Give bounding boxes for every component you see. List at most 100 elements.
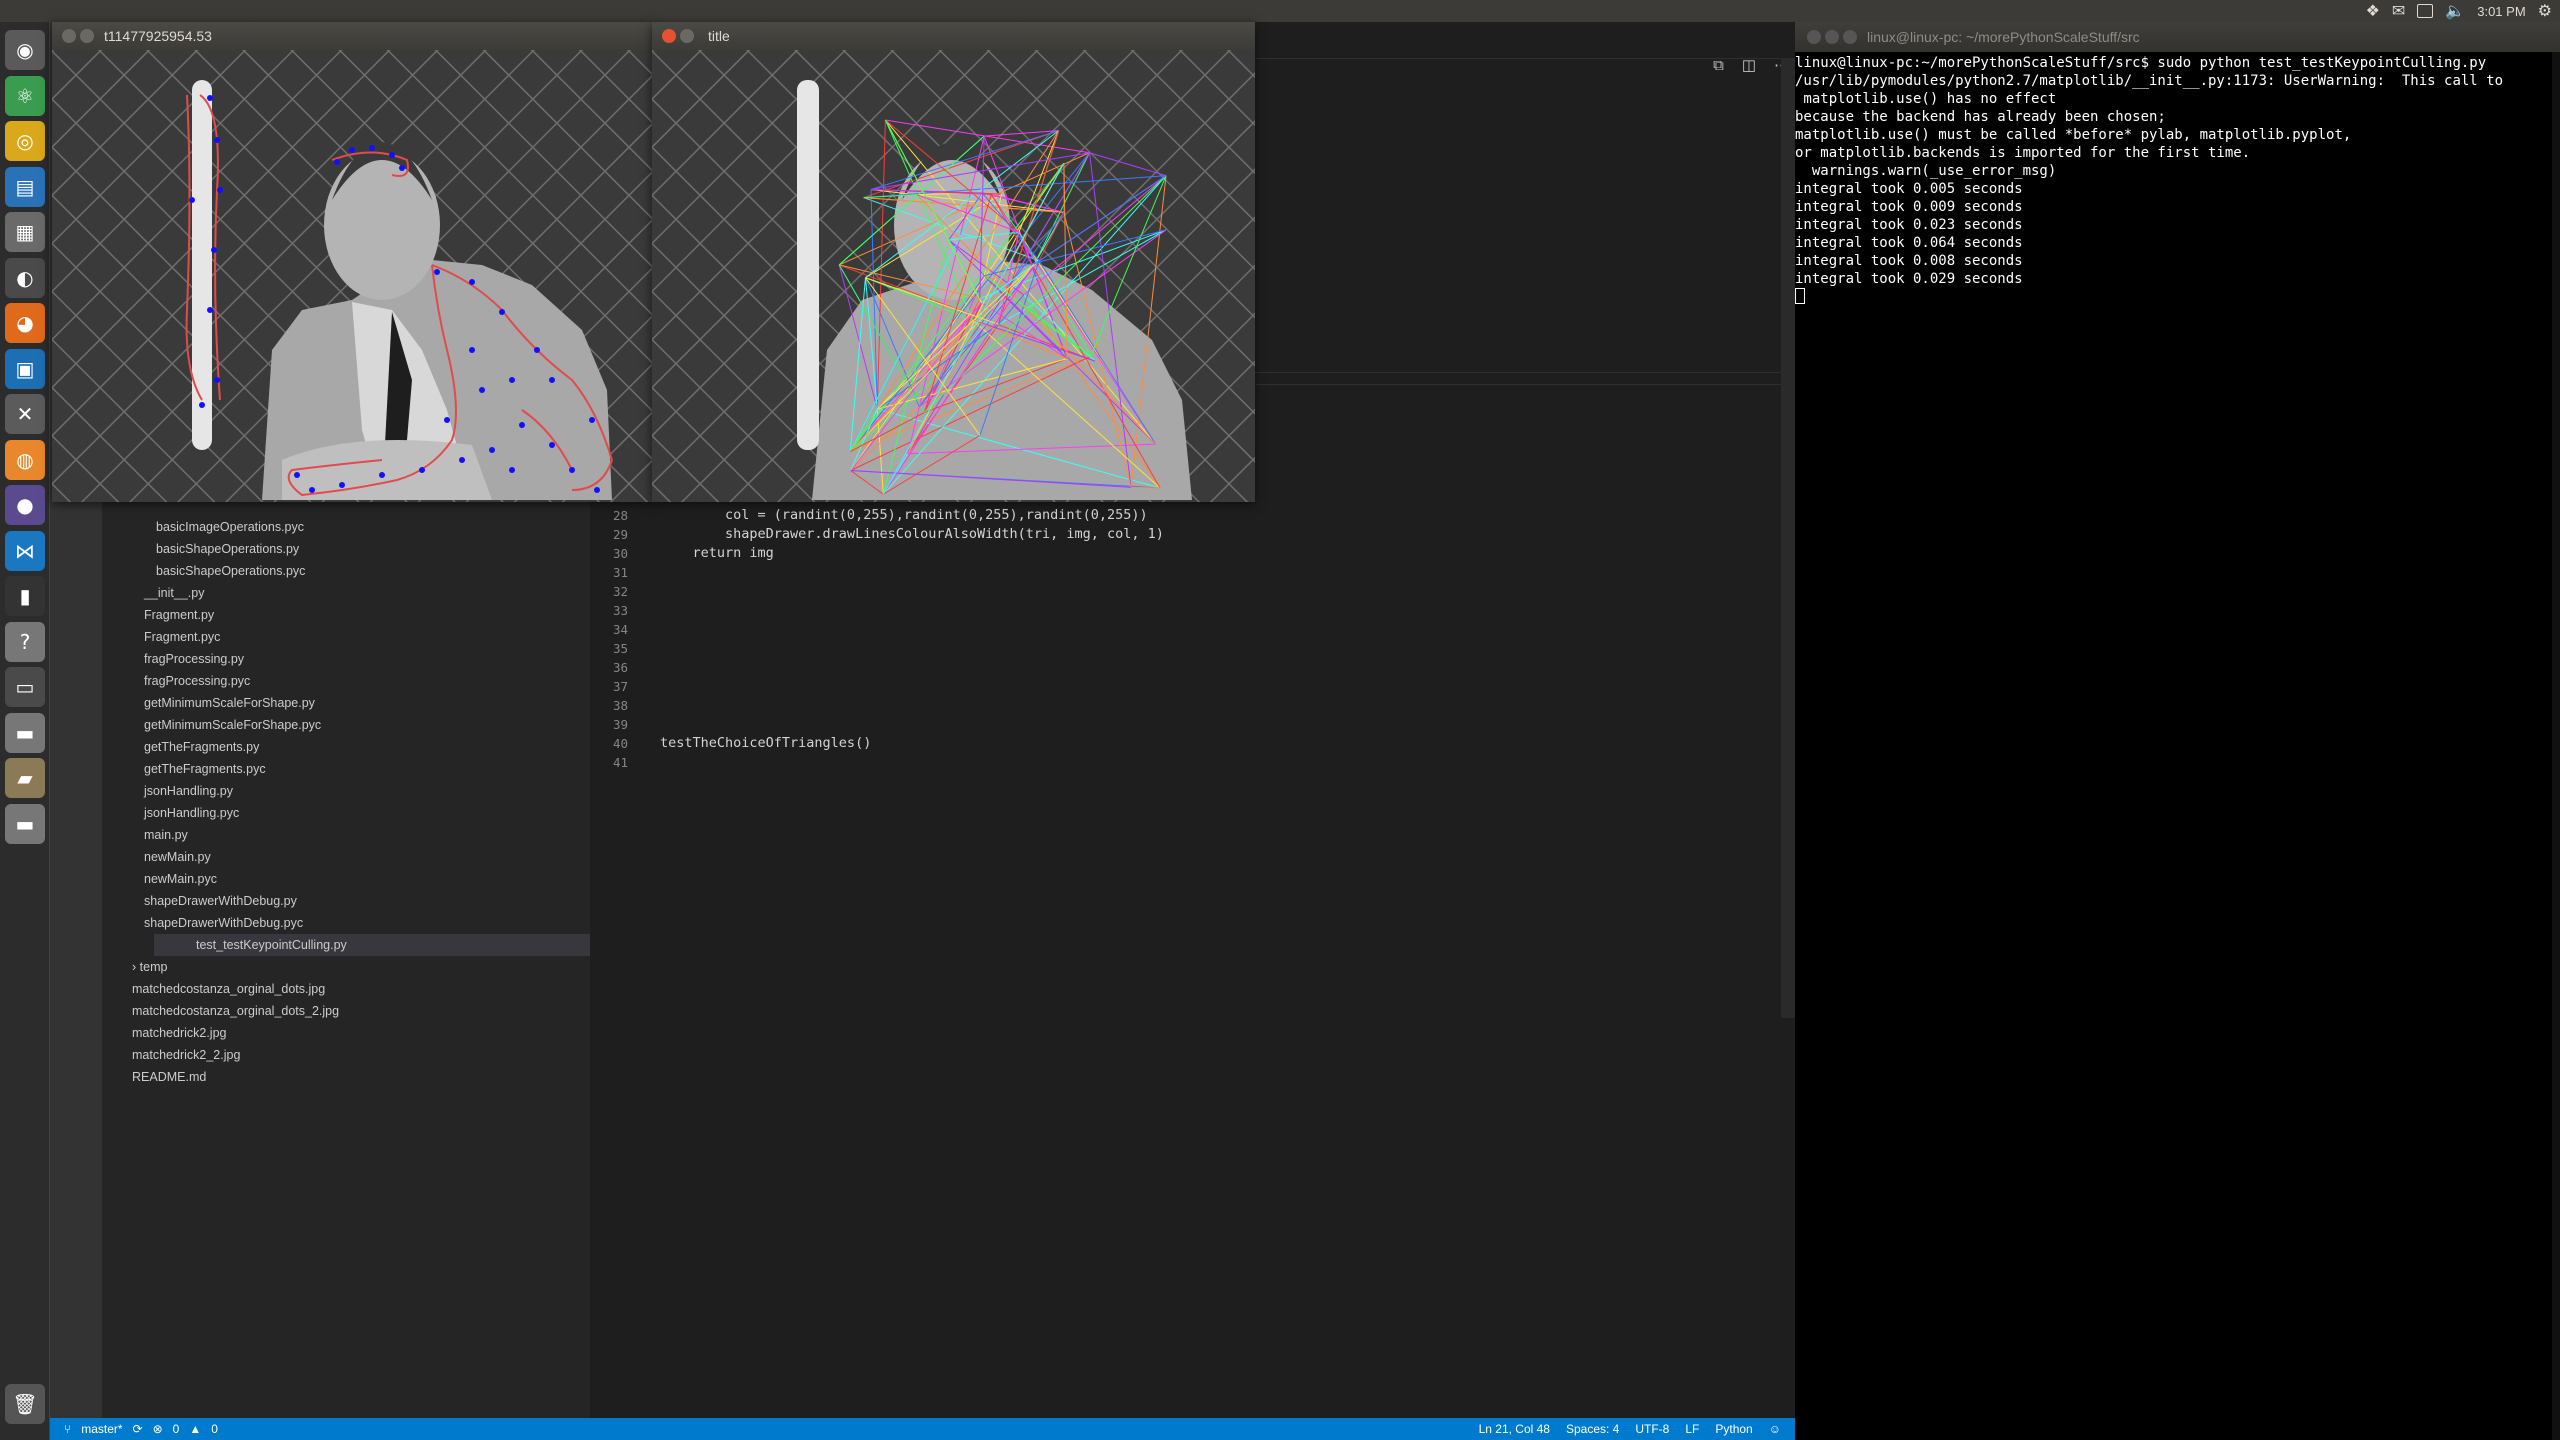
line-number: 41 [612,755,628,770]
terminal-scrollbar[interactable] [2552,52,2560,1440]
code-line[interactable]: return img [660,545,774,561]
line-number: 32 [612,584,628,599]
encoding[interactable]: UTF-8 [1635,1422,1669,1436]
maximize-button[interactable] [1843,30,1857,44]
launcher: ◉ ⚛ ◎ ▤ ▦ ◐ ◕ ▣ ✕ ◍ ● ⋈ ▮? ▭ ▬ ▰ ▬ 🗑 [0,22,50,1440]
window-titlebar[interactable]: t11477925954.53 [52,22,652,50]
close-button[interactable] [62,29,76,43]
window-title: t11477925954.53 [104,28,212,44]
end-of-line[interactable]: LF [1685,1422,1699,1436]
close-button[interactable] [662,29,676,43]
tree-file[interactable]: shapeDrawerWithDebug.py [144,890,297,912]
tree-file[interactable]: basicShapeOperations.pyc [156,560,305,582]
minimize-button[interactable] [680,29,694,43]
window-titlebar[interactable]: title [652,22,1255,50]
dash-icon[interactable]: ◉ [5,30,45,70]
tree-file[interactable]: matchedcostanza_orginal_dots_2.jpg [132,1000,339,1022]
code-line[interactable]: shapeDrawer.drawLinesColourAlsoWidth(tri… [660,526,1164,542]
tree-file[interactable]: basicShapeOperations.py [156,538,299,560]
tree-file[interactable]: matchedrick2_2.jpg [132,1044,240,1066]
tree-file[interactable]: main.py [144,824,188,846]
error-icon[interactable]: ⊗ [153,1422,163,1436]
minimize-button[interactable] [1825,30,1839,44]
keyboard-icon[interactable] [2417,4,2434,18]
window-titlebar[interactable]: linux@linux-pc: ~/morePythonScaleStuff/s… [1795,22,2560,52]
error-count[interactable]: 0 [173,1422,180,1436]
terminal-line: warnings.warn(_use_error_msg) [1795,163,2057,179]
tree-item-label: basicShapeOperations.pyc [156,564,306,578]
cursor-position[interactable]: Ln 21, Col 48 [1479,1422,1550,1436]
terminal-line: integral took 0.008 seconds [1795,253,2023,269]
branch-name[interactable]: master* [81,1422,122,1436]
feedback-smiley-icon[interactable]: ☺ [1769,1422,1781,1436]
firefox-icon[interactable]: ◕ [5,303,45,343]
help-icon[interactable]: ? [5,621,45,662]
tree-file[interactable]: README.md [132,1066,206,1088]
clock[interactable]: 3:01 PM [2477,4,2525,19]
terminal-output[interactable]: linux@linux-pc:~/morePythonScaleStuff/sr… [1795,52,2552,1440]
warning-icon[interactable]: ▲ [189,1422,201,1436]
tree-folder[interactable]: › temp [132,956,167,978]
sync-icon[interactable]: ⟳ [133,1422,143,1436]
tree-file[interactable]: getTheFragments.pyc [144,758,266,780]
terminal-cursor [1795,288,1805,304]
vscode-icon[interactable]: ⋈ [5,530,45,571]
steam-icon[interactable]: ◐ [5,257,45,298]
terminal-window[interactable]: linux@linux-pc: ~/morePythonScaleStuff/s… [1795,22,2560,1440]
settings-gear-icon[interactable]: ⚙ [2538,1,2552,21]
tree-file[interactable]: matchedcostanza_orginal_dots.jpg [132,978,325,1000]
tree-file[interactable]: getTheFragments.py [144,736,259,758]
code-line[interactable]: col = (randint(0,255),randint(0,255),ran… [660,507,1148,523]
tools-icon[interactable]: ✕ [5,394,45,434]
blender-icon[interactable]: ◍ [5,439,45,480]
code-line[interactable]: testTheChoiceOfTriangles() [660,735,871,751]
remote-icon[interactable]: ▣ [5,348,45,389]
indentation[interactable]: Spaces: 4 [1566,1422,1619,1436]
tree-file[interactable]: jsonHandling.py [144,780,233,802]
editor-scrollbar[interactable] [1781,58,1795,1018]
chat-icon[interactable]: ✉ [2392,1,2405,21]
line-number: 37 [612,679,628,694]
drive2-icon[interactable]: ▬ [5,803,45,844]
tree-file[interactable]: fragProcessing.pyc [144,670,250,692]
language-mode[interactable]: Python [1715,1422,1752,1436]
minimize-button[interactable] [80,29,94,43]
tree-item-label: Fragment.py [144,608,215,622]
tree-file[interactable]: test_testKeypointCulling.py [154,934,642,956]
terminal-line: /usr/lib/pymodules/python2.7/matplotlib/… [1795,73,2504,89]
tree-file[interactable]: getMinimumScaleForShape.pyc [144,714,321,736]
writer-icon[interactable]: ▤ [5,166,45,207]
split-editor-icon[interactable]: ◫ [1742,56,1756,74]
terminal-line: because the backend has already been cho… [1795,109,2166,125]
close-button[interactable] [1807,30,1821,44]
desktop-icon[interactable]: ▭ [5,667,45,707]
terminal-icon[interactable]: ▮ [5,576,45,616]
top-panel: ❖ ✉ 🔈 3:01 PM ⚙ [0,0,2560,22]
branch-icon[interactable]: ⑂ [64,1422,71,1436]
tree-file[interactable]: getMinimumScaleForShape.py [144,692,315,714]
open-changes-icon[interactable]: ⧉ [1713,57,1724,74]
tree-file[interactable]: __init__.py [144,582,204,604]
tree-file[interactable]: Fragment.pyc [144,626,220,648]
tree-file[interactable]: matchedrick2.jpg [132,1022,227,1044]
tree-file[interactable]: newMain.pyc [144,868,217,890]
files-icon[interactable]: ▦ [5,212,45,252]
tree-file[interactable]: Fragment.py [144,604,214,626]
tree-file[interactable]: shapeDrawerWithDebug.pyc [144,912,303,934]
chrome-icon[interactable]: ◎ [5,121,45,161]
drive-icon[interactable]: ▬ [5,712,45,753]
line-number: 35 [612,641,628,656]
folder-icon[interactable]: ▰ [5,758,45,798]
trash-icon[interactable]: 🗑 [5,1384,45,1424]
warning-count[interactable]: 0 [211,1422,218,1436]
line-number: 36 [612,660,628,675]
chevron-right-icon[interactable]: › [132,960,140,974]
eclipse-icon[interactable]: ● [5,485,45,525]
tree-file[interactable]: newMain.py [144,846,211,868]
volume-icon[interactable]: 🔈 [2445,1,2465,21]
tree-file[interactable]: fragProcessing.py [144,648,244,670]
tree-file[interactable]: jsonHandling.pyc [144,802,239,824]
dropbox-icon[interactable]: ❖ [2366,1,2380,21]
atom-icon[interactable]: ⚛ [5,75,45,116]
tree-file[interactable]: basicImageOperations.pyc [156,516,304,538]
